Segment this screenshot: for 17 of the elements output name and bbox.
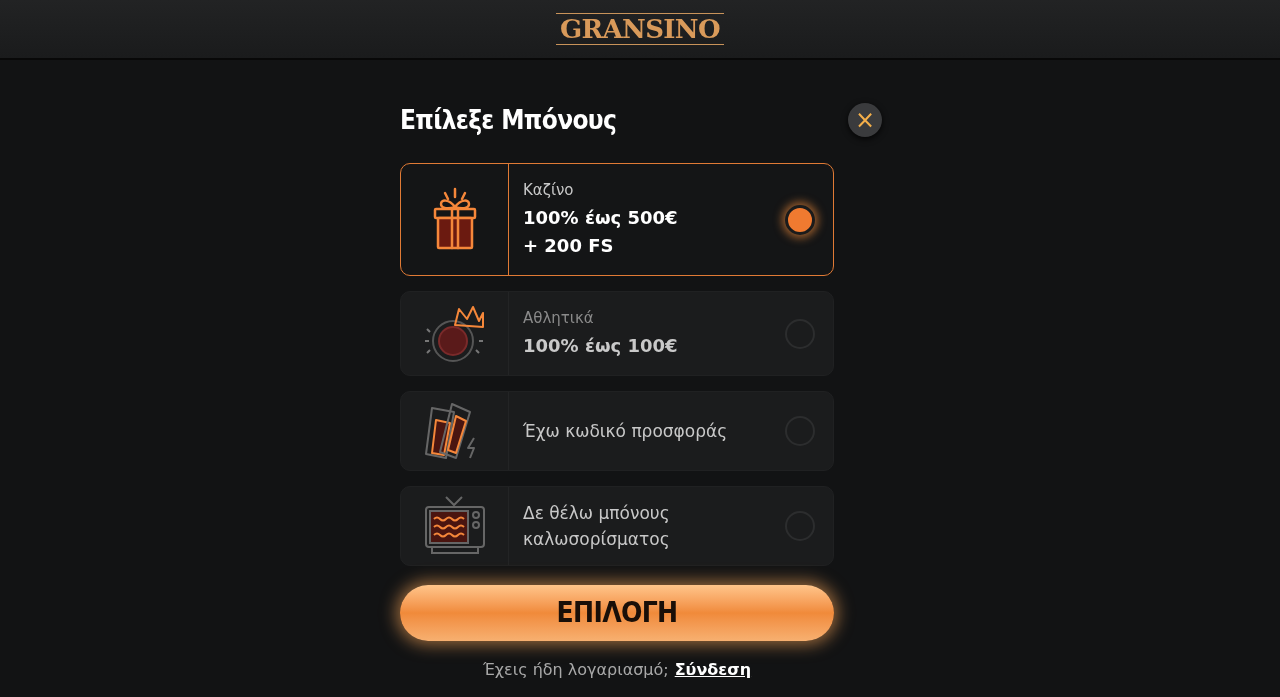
login-link[interactable]: Σύνδεση <box>674 658 752 682</box>
bonus-option[interactable]: Αθλητικά 100% έως 100€ <box>400 291 834 376</box>
bonus-option[interactable]: Καζίνο 100% έως 500€ + 200 FS <box>400 163 834 276</box>
bonus-option[interactable]: Έχω κωδικό προσφοράς <box>400 391 834 471</box>
logo[interactable]: GRANSINO <box>556 13 724 45</box>
radio-button[interactable] <box>785 204 815 235</box>
option-amount: 100% έως 100€ <box>523 333 679 358</box>
option-category: Αθλητικά <box>523 308 595 330</box>
bonus-option[interactable]: Δε θέλω μπόνους καλωσορίσματος <box>400 486 834 566</box>
option-category: Καζίνο <box>523 180 575 202</box>
dialog-title: Επίλεξε Μπόνους <box>400 103 617 137</box>
option-label: Δε θέλω μπόνους καλωσορίσματος <box>523 502 671 551</box>
option-amount: 100% έως 500€ + 200 FS <box>523 205 679 258</box>
option-label: Έχω κωδικό προσφοράς <box>523 420 729 443</box>
account-prompt: Έχεις ήδη λογαριασμό; <box>482 659 669 681</box>
close-button[interactable]: × <box>848 103 882 137</box>
select-button[interactable]: ΕΠΙΛΟΓΗ <box>400 585 834 641</box>
